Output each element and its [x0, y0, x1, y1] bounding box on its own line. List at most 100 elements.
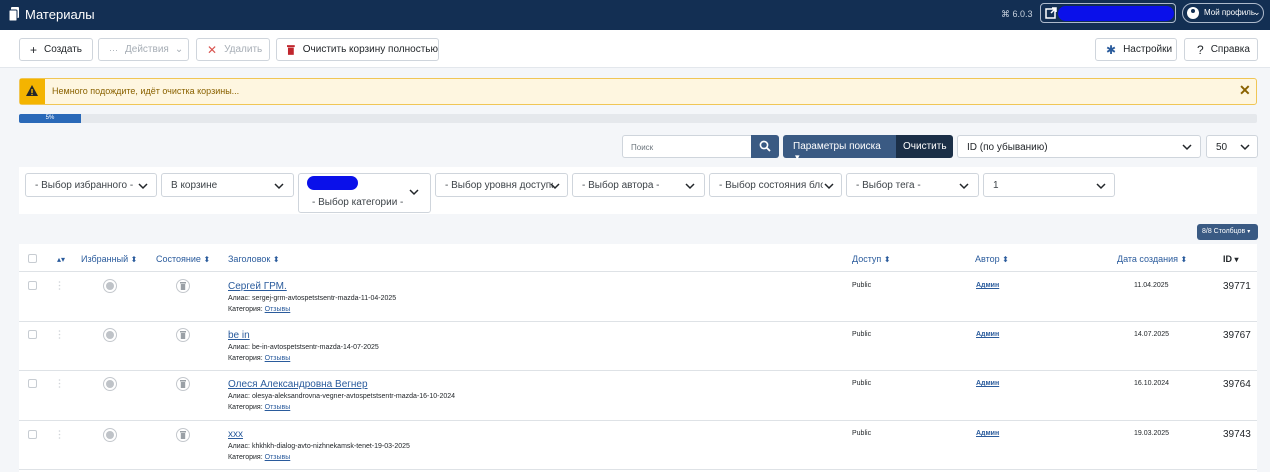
article-title-link[interactable]: xxx [228, 429, 243, 440]
chevron-down-icon: ⌄ [174, 44, 184, 55]
th-author[interactable]: Автор ⬍ [975, 254, 1009, 264]
view-site-button[interactable] [1040, 3, 1176, 23]
category-link[interactable]: Отзывы [265, 355, 291, 362]
article-access: Public [852, 282, 872, 289]
sort-icon: ⬍ [1002, 255, 1009, 264]
plus-icon: + [30, 42, 38, 57]
settings-button[interactable]: ✱ Настройки [1095, 38, 1177, 61]
search-params-button[interactable]: Параметры поиска ▾ [783, 135, 896, 162]
sort-icon: ⬍ [883, 255, 891, 264]
th-featured[interactable]: Избранный ⬍ [81, 254, 137, 264]
chevron-down-icon [1096, 183, 1106, 190]
article-date: 19.03.2025 [1134, 430, 1170, 437]
th-access[interactable]: Доступ ⬍ [852, 254, 891, 264]
user-profile-menu[interactable]: Мой профиль ⌄ [1182, 3, 1264, 23]
version-label: ⌘ 6.0.3 [1001, 9, 1033, 19]
article-author-link[interactable]: Админ [976, 331, 999, 338]
search-input[interactable]: Поиск [622, 135, 751, 158]
th-created[interactable]: Дата создания ⬍ [1117, 254, 1187, 264]
author-filter[interactable]: - Выбор автора - [572, 173, 705, 197]
th-status[interactable]: Состояние ⬍ [156, 254, 210, 264]
chevron-down-icon [274, 183, 284, 190]
articles-table [19, 244, 1257, 472]
row-checkbox[interactable] [28, 330, 37, 339]
article-alias: Алиас: sergej-grm-avtospetstsentr-mazda-… [228, 295, 397, 302]
alert-close-icon[interactable]: ✕ [1239, 82, 1251, 99]
gear-icon: ✱ [1106, 42, 1117, 57]
article-author-link[interactable]: Админ [976, 430, 999, 437]
trashed-status-icon[interactable] [176, 428, 190, 442]
th-title[interactable]: Заголовок ⬍ [228, 254, 280, 264]
article-id: 39771 [1223, 281, 1251, 292]
trashed-status-icon[interactable] [176, 377, 190, 391]
settings-label: Настройки [1123, 44, 1173, 55]
empty-trash-button[interactable]: Очистить корзину полностью [276, 38, 439, 61]
featured-toggle-icon[interactable] [103, 377, 117, 391]
chevron-down-icon [685, 183, 695, 190]
article-title-link[interactable]: Сергей ГРМ. [228, 281, 287, 292]
featured-filter-value: - Выбор избранного - [35, 180, 134, 191]
warning-alert: Немного подождите, идёт очистка корзины.… [19, 78, 1257, 105]
limit-value: 50 [1216, 142, 1228, 153]
profile-label: Мой профиль [1204, 8, 1256, 17]
category-link[interactable]: Отзывы [265, 404, 291, 411]
trash-icon [287, 44, 295, 55]
stage-filter[interactable]: - Выбор состояния бло [709, 173, 842, 197]
limit-select[interactable]: 50 [1206, 135, 1258, 158]
article-alias: Алиас: khkhkh-dialog-avto-nizhnekamsk-te… [228, 443, 410, 450]
article-access: Public [852, 380, 872, 387]
sort-icon: ⬍ [130, 255, 138, 264]
featured-toggle-icon[interactable] [103, 428, 117, 442]
featured-filter[interactable]: - Выбор избранного - [25, 173, 157, 197]
sort-icon: ⬍ [272, 255, 280, 264]
drag-handle-icon[interactable] [58, 379, 61, 388]
columns-toggle-button[interactable]: 8/8 Столбцов ▾ [1197, 224, 1258, 240]
article-category: Категория: Отзывы [228, 404, 291, 411]
page-title: Материалы [25, 7, 95, 22]
help-label: Справка [1210, 44, 1250, 55]
select-all-checkbox[interactable] [28, 254, 37, 263]
status-filter[interactable]: В корзине [161, 173, 294, 197]
search-button[interactable] [751, 135, 779, 158]
progress-bar: 5% [19, 114, 1257, 123]
article-author-link[interactable]: Админ [976, 282, 999, 289]
alert-icon-box [20, 79, 45, 104]
article-author-link[interactable]: Админ [976, 380, 999, 387]
clear-button[interactable]: Очистить [896, 135, 953, 158]
article-date: 16.10.2024 [1134, 380, 1170, 387]
row-divider [19, 420, 1257, 421]
drag-handle-icon[interactable] [58, 281, 61, 290]
access-filter[interactable]: - Выбор уровня доступа - [435, 173, 568, 197]
article-title-link[interactable]: be in [228, 330, 250, 341]
create-button[interactable]: + Создать [19, 38, 93, 61]
delete-button[interactable]: ✕ Удалить [196, 38, 270, 61]
featured-toggle-icon[interactable] [103, 328, 117, 342]
article-title-link[interactable]: Олеся Александровна Вегнер [228, 379, 368, 390]
level-filter[interactable]: 1 [983, 173, 1115, 197]
row-divider [19, 469, 1257, 470]
th-id[interactable]: ID ▾ [1223, 254, 1239, 264]
warning-icon [26, 85, 38, 96]
article-date: 14.07.2025 [1134, 331, 1170, 338]
sort-select[interactable]: ID (по убыванию) [957, 135, 1201, 158]
trashed-status-icon[interactable] [176, 328, 190, 342]
row-checkbox[interactable] [28, 379, 37, 388]
row-checkbox[interactable] [28, 430, 37, 439]
redacted-site-name [1058, 6, 1174, 21]
drag-handle-icon[interactable] [58, 430, 61, 439]
category-link[interactable]: Отзывы [265, 306, 291, 313]
category-link[interactable]: Отзывы [265, 454, 291, 461]
actions-dropdown[interactable]: ··· Действия ⌄ [98, 38, 189, 61]
row-checkbox[interactable] [28, 281, 37, 290]
question-icon: ? [1197, 42, 1204, 57]
chevron-down-icon [824, 183, 834, 190]
drag-handle-icon[interactable] [58, 330, 61, 339]
help-button[interactable]: ? Справка [1184, 38, 1258, 61]
category-filter[interactable]: - Выбор категории - [298, 173, 431, 213]
trashed-status-icon[interactable] [176, 279, 190, 293]
sort-icon: ⬍ [203, 255, 211, 264]
featured-toggle-icon[interactable] [103, 279, 117, 293]
tag-filter[interactable]: - Выбор тега - [846, 173, 979, 197]
alert-message: Немного подождите, идёт очистка корзины.… [52, 86, 240, 96]
ordering-sort-icon[interactable]: ▴▾ [57, 254, 65, 264]
